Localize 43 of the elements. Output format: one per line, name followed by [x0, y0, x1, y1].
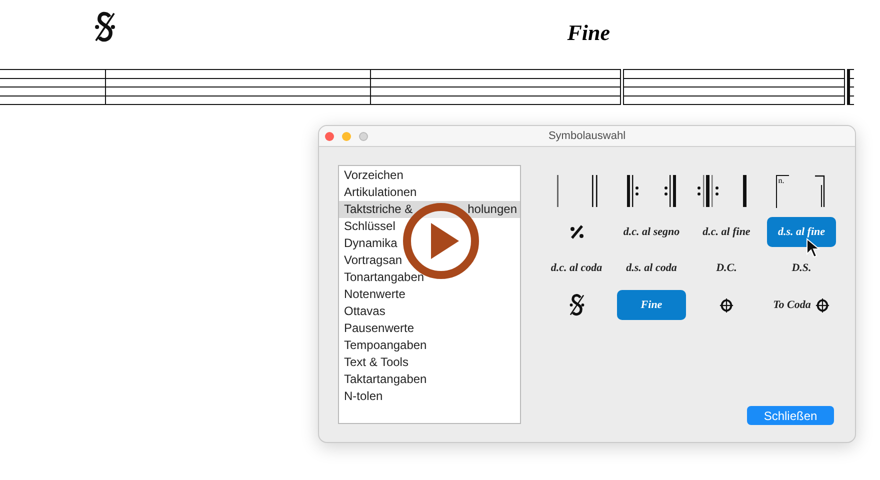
coda-icon — [719, 298, 734, 312]
double-barline-icon — [590, 175, 600, 207]
symbol-tile[interactable]: D.C. — [692, 253, 761, 283]
category-item[interactable]: Text & Tools — [339, 354, 520, 371]
symbol-tile[interactable]: d.s. al coda — [617, 253, 686, 283]
category-item[interactable]: Dynamika — [339, 235, 520, 252]
category-item[interactable]: Tonartangaben — [339, 269, 520, 286]
category-item[interactable]: Vorzeichen — [339, 167, 520, 184]
repeat-start-icon — [626, 175, 640, 207]
symbol-tile[interactable]: d.c. al coda — [542, 253, 611, 283]
segno-icon — [568, 292, 586, 318]
category-item[interactable]: Taktartangaben — [339, 371, 520, 388]
barline — [105, 69, 106, 105]
final-barline — [844, 69, 850, 105]
symbol-tile[interactable]: d.s. al fine — [767, 217, 836, 247]
symbol-tile[interactable]: d.c. al segno — [617, 217, 686, 247]
percent-repeat-icon — [568, 224, 584, 240]
symbol-tile[interactable]: n. — [764, 174, 802, 208]
category-item[interactable]: Ottavas — [339, 303, 520, 320]
symbol-tile[interactable]: Fine — [617, 290, 686, 320]
fine-marking: Fine — [567, 20, 610, 46]
category-item[interactable]: Pausenwerte — [339, 320, 520, 337]
coda-icon — [814, 298, 830, 312]
category-item[interactable]: Artikulationen — [339, 184, 520, 201]
category-item[interactable]: Tempoangaben — [339, 337, 520, 354]
category-item[interactable]: N-tolen — [339, 388, 520, 405]
category-item[interactable]: Taktstriche & holungen — [339, 201, 520, 218]
category-item[interactable]: Vortragsan — [339, 252, 520, 269]
segno-icon — [92, 10, 118, 44]
window-title: Symbolauswahl — [547, 130, 627, 142]
symbol-tile[interactable]: To Coda — [767, 290, 836, 320]
cursor-icon — [806, 238, 820, 258]
double-repeat-icon — [696, 175, 719, 207]
barline — [370, 69, 371, 105]
symbol-tile[interactable]: D.S. — [767, 253, 836, 283]
repeat-end-icon — [663, 175, 678, 207]
close-window-button[interactable] — [325, 132, 334, 140]
bracket-end-icon — [814, 175, 826, 207]
symbol-tile[interactable]: d.c. al fine — [692, 217, 761, 247]
to-coda-label: To Coda — [773, 299, 811, 311]
category-item[interactable]: Schlüssel — [339, 218, 520, 235]
category-item[interactable]: Notenwerte — [339, 286, 520, 303]
double-barline — [620, 69, 624, 105]
